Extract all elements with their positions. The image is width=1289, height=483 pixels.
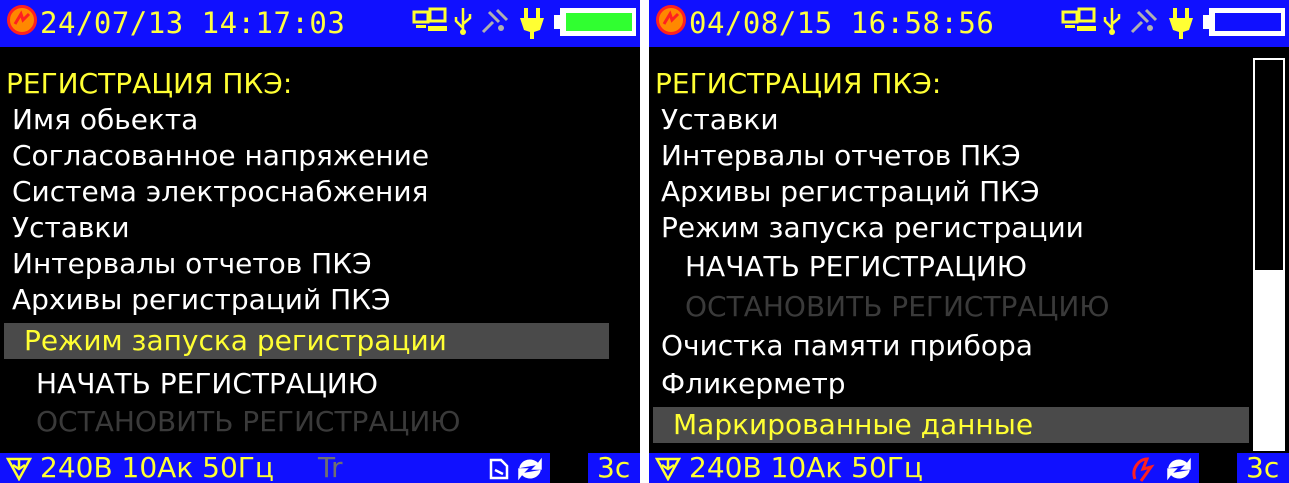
satellite-icon [1130,8,1158,34]
menu-item-archives[interactable]: Архивы регистраций ПКЭ [12,282,391,318]
measurement-params: 240В 10Ак 50Гц [40,451,274,483]
status-bar: 04/08/15 16:58:56 [649,0,1289,47]
battery-icon [1203,8,1285,36]
pc-connection-icon [412,7,447,31]
pc-connection-icon [1061,7,1096,31]
printer-icon [489,458,509,480]
power-plug-icon [520,8,544,39]
status-bar: 24/07/13 14:17:03 [0,0,640,47]
logo-icon [7,5,37,35]
logo-icon [656,5,686,35]
refresh-icon [1167,457,1191,481]
menu-item-flickermeter[interactable]: Фликерметр [661,366,846,402]
menu-item-power-system[interactable]: Система электроснабжения [12,174,428,210]
menu-item-start-registration[interactable]: НАЧАТЬ РЕГИСТРАЦИЮ [36,366,378,402]
status-indicator [550,453,588,483]
menu-item-marked-data[interactable]: Маркированные данные [653,407,1249,443]
device-screen-left: 24/07/13 14:17:03 РЕГИСТРАЦИЯ ПКЭ: Имя о… [0,0,640,483]
bottom-bar: 240В 10Ак 50Гц Tr 3с [0,451,640,483]
tr-indicator: Tr [318,451,343,483]
menu-title: РЕГИСТРАЦИЯ ПКЭ: [655,67,942,100]
menu-item-report-intervals[interactable]: Интервалы отчетов ПКЭ [12,246,372,282]
power-plug-icon [1169,8,1193,39]
menu-scrollbar[interactable] [1253,58,1285,451]
usb-icon [1103,8,1121,35]
scrollbar-thumb[interactable] [1255,270,1283,449]
measurement-params: 240В 10Ак 50Гц [689,451,923,483]
recording-flash-icon [1132,457,1155,482]
status-indicator [1199,453,1237,483]
menu-item-settings[interactable]: Уставки [661,102,779,138]
triangle-connection-icon [655,457,681,481]
menu-item-settings[interactable]: Уставки [12,210,130,246]
menu-item-report-intervals[interactable]: Интервалы отчетов ПКЭ [661,138,1021,174]
bottom-bar: 240В 10Ак 50Гц 3с [649,451,1289,483]
menu-item-archives[interactable]: Архивы регистраций ПКЭ [661,174,1040,210]
menu-item-clear-memory[interactable]: Очистка памяти прибора [661,328,1033,364]
menu-item-agreed-voltage[interactable]: Согласованное напряжение [12,138,429,174]
interval-label: 3с [597,451,631,483]
menu-item-start-mode[interactable]: Режим запуска регистрации [661,210,1084,246]
battery-icon [554,8,636,36]
menu-title: РЕГИСТРАЦИЯ ПКЭ: [6,67,293,100]
datetime: 24/07/13 14:17:03 [40,6,346,40]
menu-item-start-mode[interactable]: Режим запуска регистрации [4,323,609,359]
satellite-icon [481,8,509,34]
usb-icon [454,8,472,35]
triangle-connection-icon [6,457,32,481]
refresh-icon [518,457,542,481]
menu-item-object-name[interactable]: Имя обьекта [12,102,198,138]
menu-item-start-registration[interactable]: НАЧАТЬ РЕГИСТРАЦИЮ [685,249,1027,285]
menu-item-stop-registration: ОСТАНОВИТЬ РЕГИСТРАЦИЮ [36,405,461,438]
interval-label: 3с [1246,451,1280,483]
device-screen-right: 04/08/15 16:58:56 РЕГИСТРАЦИЯ ПКЭ: Устав… [649,0,1289,483]
datetime: 04/08/15 16:58:56 [689,6,995,40]
menu-item-stop-registration: ОСТАНОВИТЬ РЕГИСТРАЦИЮ [685,290,1110,323]
